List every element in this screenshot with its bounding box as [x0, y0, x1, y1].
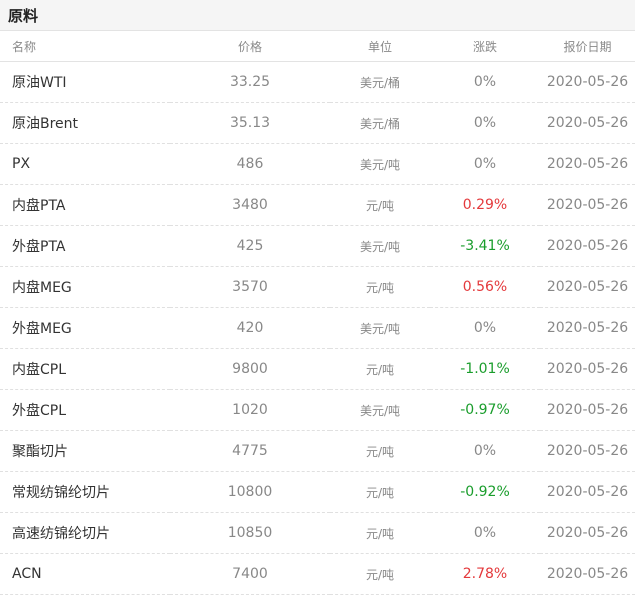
table-row[interactable]: 内盘MEG 3570 元/吨 0.56% 2020-05-26 — [0, 266, 635, 308]
table-row[interactable]: 高速纺锦纶切片 10850 元/吨 0% 2020-05-26 — [0, 512, 635, 554]
quote-date: 2020-05-26 — [540, 61, 635, 103]
table-row[interactable]: 内盘CPL 9800 元/吨 -1.01% 2020-05-26 — [0, 348, 635, 390]
change-value: 0.56% — [430, 266, 540, 308]
table-row[interactable]: 常规纺锦纶切片 10800 元/吨 -0.92% 2020-05-26 — [0, 471, 635, 513]
quote-date: 2020-05-26 — [540, 348, 635, 390]
quote-date: 2020-05-26 — [540, 471, 635, 513]
price-value: 3480 — [170, 184, 330, 226]
commodity-name: 内盘CPL — [0, 348, 170, 390]
commodity-name: 内盘MEG — [0, 266, 170, 308]
commodity-name: 外盘CPL — [0, 389, 170, 431]
quote-date: 2020-05-26 — [540, 225, 635, 267]
table-row[interactable]: ACN 7400 元/吨 2.78% 2020-05-26 — [0, 553, 635, 595]
unit-value: 美元/吨 — [330, 389, 430, 431]
price-value: 10800 — [170, 471, 330, 513]
commodity-name: 原油WTI — [0, 61, 170, 103]
table-row[interactable]: 原油Brent 35.13 美元/桶 0% 2020-05-26 — [0, 102, 635, 144]
price-value: 4775 — [170, 430, 330, 472]
section-header: 原料 — [0, 0, 635, 31]
commodity-name: PX — [0, 143, 170, 185]
commodity-name: 聚酯切片 — [0, 430, 170, 472]
unit-value: 美元/桶 — [330, 102, 430, 144]
table-row[interactable]: 外盘MEG 420 美元/吨 0% 2020-05-26 — [0, 307, 635, 349]
change-value: -0.97% — [430, 389, 540, 431]
change-value: -0.92% — [430, 471, 540, 513]
commodity-name: 原油Brent — [0, 102, 170, 144]
unit-value: 美元/桶 — [330, 61, 430, 103]
unit-value: 元/吨 — [330, 348, 430, 390]
quote-date: 2020-05-26 — [540, 143, 635, 185]
change-value: 0.29% — [430, 184, 540, 226]
price-value: 1020 — [170, 389, 330, 431]
quote-date: 2020-05-26 — [540, 184, 635, 226]
price-table: 名称 价格 单位 涨跌 报价日期 原油WTI 33.25 美元/桶 0% 2020-05… — [0, 31, 635, 595]
change-value: 0% — [430, 307, 540, 349]
quote-date: 2020-05-26 — [540, 266, 635, 308]
header-name: 名称 — [0, 31, 170, 62]
commodity-name: 内盘PTA — [0, 184, 170, 226]
unit-value: 美元/吨 — [330, 307, 430, 349]
header-date: 报价日期 — [540, 31, 635, 62]
price-value: 420 — [170, 307, 330, 349]
change-value: 0% — [430, 143, 540, 185]
change-value: 0% — [430, 61, 540, 103]
table-row[interactable]: 外盘CPL 1020 美元/吨 -0.97% 2020-05-26 — [0, 389, 635, 431]
price-value: 10850 — [170, 512, 330, 554]
price-value: 3570 — [170, 266, 330, 308]
unit-value: 元/吨 — [330, 184, 430, 226]
table-row[interactable]: 外盘PTA 425 美元/吨 -3.41% 2020-05-26 — [0, 225, 635, 267]
header-change: 涨跌 — [430, 31, 540, 62]
unit-value: 元/吨 — [330, 471, 430, 513]
unit-value: 元/吨 — [330, 266, 430, 308]
change-value: -3.41% — [430, 225, 540, 267]
change-value: 0% — [430, 430, 540, 472]
header-price: 价格 — [170, 31, 330, 62]
quote-date: 2020-05-26 — [540, 512, 635, 554]
change-value: 0% — [430, 512, 540, 554]
change-value: 2.78% — [430, 553, 540, 595]
quote-date: 2020-05-26 — [540, 553, 635, 595]
table-row[interactable]: PX 486 美元/吨 0% 2020-05-26 — [0, 143, 635, 185]
unit-value: 美元/吨 — [330, 143, 430, 185]
price-value: 33.25 — [170, 61, 330, 103]
header-unit: 单位 — [330, 31, 430, 62]
price-value: 9800 — [170, 348, 330, 390]
price-value: 35.13 — [170, 102, 330, 144]
table-row[interactable]: 原油WTI 33.25 美元/桶 0% 2020-05-26 — [0, 61, 635, 103]
commodity-name: 高速纺锦纶切片 — [0, 512, 170, 554]
section-title: 原料 — [8, 7, 39, 25]
table-row[interactable]: 内盘PTA 3480 元/吨 0.29% 2020-05-26 — [0, 184, 635, 226]
unit-value: 美元/吨 — [330, 225, 430, 267]
table-row[interactable]: 聚酯切片 4775 元/吨 0% 2020-05-26 — [0, 430, 635, 472]
table-header-row: 名称 价格 单位 涨跌 报价日期 — [0, 31, 635, 62]
unit-value: 元/吨 — [330, 512, 430, 554]
change-value: 0% — [430, 102, 540, 144]
change-value: -1.01% — [430, 348, 540, 390]
commodity-name: 常规纺锦纶切片 — [0, 471, 170, 513]
unit-value: 元/吨 — [330, 553, 430, 595]
price-value: 7400 — [170, 553, 330, 595]
commodity-name: ACN — [0, 553, 170, 595]
price-value: 425 — [170, 225, 330, 267]
quote-date: 2020-05-26 — [540, 430, 635, 472]
commodity-name: 外盘PTA — [0, 225, 170, 267]
quote-date: 2020-05-26 — [540, 389, 635, 431]
unit-value: 元/吨 — [330, 430, 430, 472]
quote-date: 2020-05-26 — [540, 307, 635, 349]
price-value: 486 — [170, 143, 330, 185]
quote-date: 2020-05-26 — [540, 102, 635, 144]
commodity-name: 外盘MEG — [0, 307, 170, 349]
